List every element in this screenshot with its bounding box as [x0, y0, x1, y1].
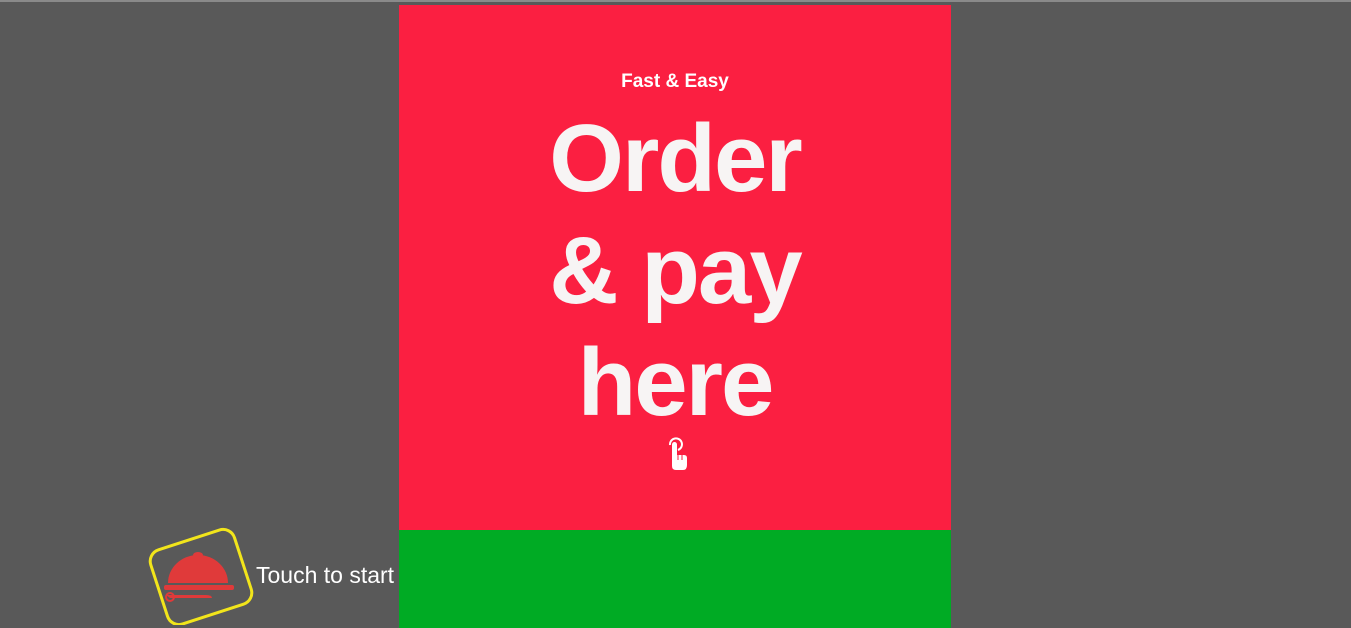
start-bar[interactable] — [399, 530, 951, 628]
headline-line-1: Order — [549, 105, 802, 212]
tagline: Fast & Easy — [621, 71, 729, 92]
headline-line-3: here — [577, 329, 775, 436]
kiosk-start-screen[interactable]: Fast & Easy Order & pay here — [399, 5, 951, 628]
hero-panel[interactable]: Fast & Easy Order & pay here — [399, 5, 951, 530]
serving-cloche-icon[interactable] — [146, 525, 256, 625]
touch-to-start-label[interactable]: Touch to start — [256, 562, 394, 589]
headline-line-2: & pay — [549, 217, 802, 324]
hand-pointer-icon — [668, 437, 687, 470]
window-top-strip — [0, 0, 1351, 2]
headline: Order & pay here — [399, 103, 951, 439]
